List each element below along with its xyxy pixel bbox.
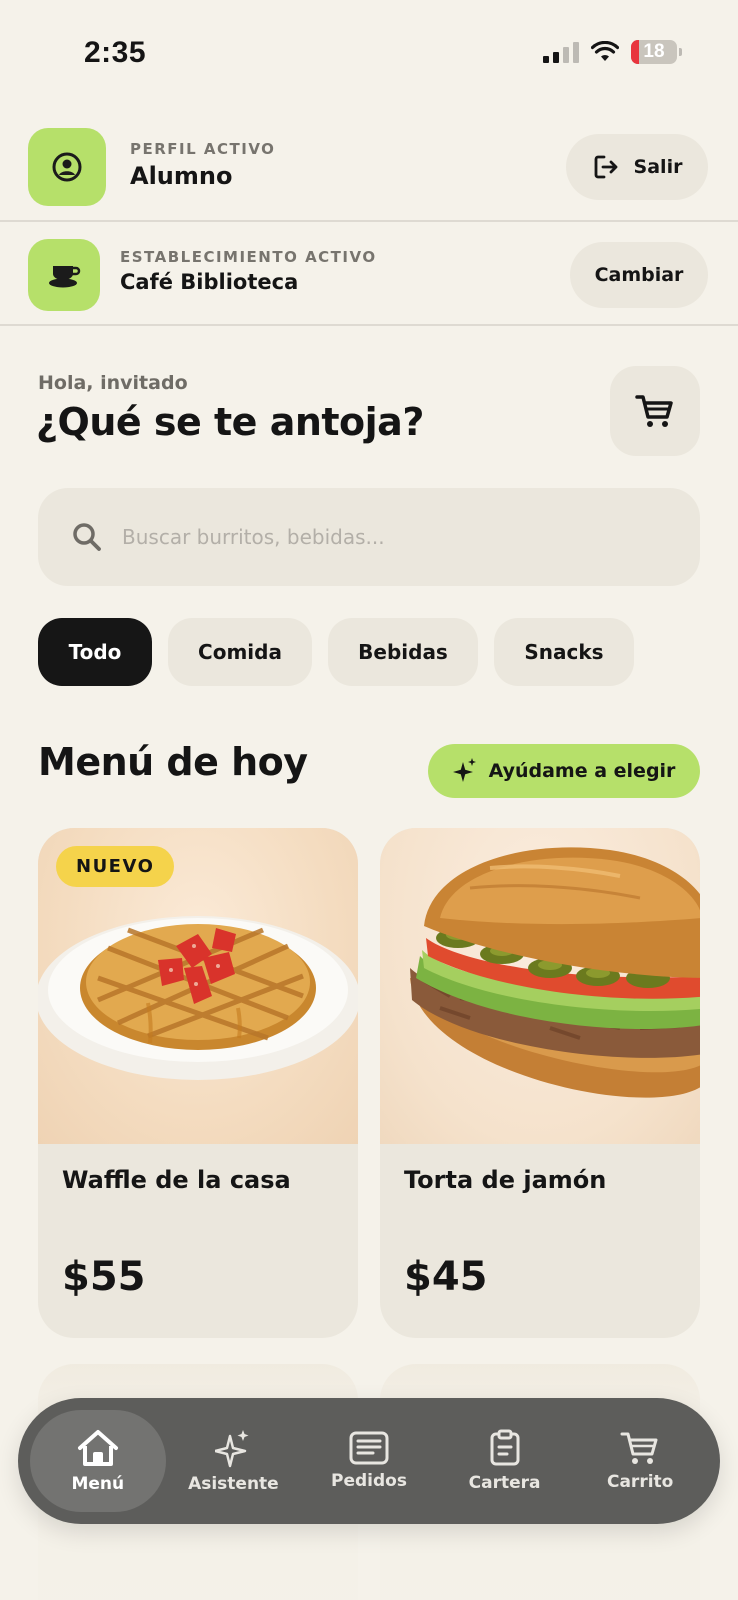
coffee-cup-icon: [49, 266, 81, 288]
category-bebidas[interactable]: Bebidas: [328, 618, 478, 686]
wallet-icon: [490, 1429, 520, 1466]
user-circle-icon: [52, 152, 82, 182]
category-comida[interactable]: Comida: [168, 618, 312, 686]
nav-item-asistente[interactable]: Asistente: [166, 1410, 302, 1512]
establishment-title: Café Biblioteca: [120, 270, 299, 294]
product-price: $55: [62, 1254, 146, 1300]
cart-icon: [635, 395, 673, 427]
bottom-nav: Menú Asistente Pedidos Cartera Carrito: [18, 1398, 720, 1524]
sparkles-icon: [215, 1430, 249, 1468]
nav-item-menu[interactable]: Menú: [30, 1410, 166, 1512]
change-establishment-button[interactable]: Cambiar: [570, 242, 708, 308]
greeting-title: ¿Qué se te antoja?: [36, 400, 424, 444]
status-time: 2:35: [84, 36, 147, 69]
new-badge: NUEVO: [56, 846, 175, 887]
menu-title: Menú de hoy: [38, 740, 308, 784]
establishment-eyebrow: ESTABLECIMIENTO ACTIVO: [120, 248, 377, 266]
product-name: Torta de jamón: [404, 1166, 607, 1194]
header-cart-button[interactable]: [610, 366, 700, 456]
profile-avatar: [28, 128, 106, 206]
profile-title: Alumno: [130, 162, 233, 190]
nav-label-carrito: Carrito: [606, 1472, 674, 1492]
nav-label-asistente: Asistente: [188, 1474, 279, 1494]
search-bar[interactable]: [38, 488, 700, 586]
product-card[interactable]: Torta de jamón $45: [380, 828, 700, 1338]
battery-icon: 18: [631, 40, 677, 64]
logout-icon: [594, 155, 617, 179]
search-icon: [73, 523, 101, 551]
product-name: Waffle de la casa: [62, 1166, 291, 1194]
profile-eyebrow: PERFIL ACTIVO: [130, 140, 276, 158]
status-icons: 18: [543, 40, 682, 64]
help-me-choose-button[interactable]: Ayúdame a elegir: [428, 744, 700, 798]
establishment-avatar: [28, 239, 100, 311]
active-establishment-row: ESTABLECIMIENTO ACTIVO Café Biblioteca C…: [0, 224, 738, 326]
nav-item-carrito[interactable]: Carrito: [572, 1410, 708, 1512]
nav-item-cartera[interactable]: Cartera: [437, 1410, 573, 1512]
category-todo[interactable]: Todo: [38, 618, 152, 686]
nav-label-menu: Menú: [71, 1474, 125, 1494]
nav-label-cartera: Cartera: [468, 1473, 541, 1493]
establishment-text: ESTABLECIMIENTO ACTIVO Café Biblioteca: [120, 248, 377, 294]
cellular-signal-icon: [543, 41, 579, 63]
search-input[interactable]: [122, 525, 662, 549]
nav-item-pedidos[interactable]: Pedidos: [301, 1410, 437, 1512]
app-screen: 2:35 18 PERFIL ACTIVO Alumno Salir ESTAB…: [0, 0, 738, 1600]
product-image-torta: [380, 828, 700, 1144]
product-card[interactable]: NUEVO Waffle de la casa $55: [38, 828, 358, 1338]
orders-icon: [349, 1431, 389, 1465]
sparkles-icon: [452, 758, 476, 782]
category-snacks[interactable]: Snacks: [494, 618, 634, 686]
category-filters: Todo Comida Bebidas Snacks: [38, 618, 634, 686]
active-profile-row: PERFIL ACTIVO Alumno Salir: [0, 126, 738, 222]
greeting-subtitle: Hola, invitado: [38, 372, 188, 394]
profile-text: PERFIL ACTIVO Alumno: [130, 140, 275, 190]
nav-label-pedidos: Pedidos: [331, 1471, 407, 1491]
battery-level: 18: [643, 41, 665, 62]
product-price: $45: [404, 1254, 488, 1300]
home-icon: [77, 1430, 118, 1466]
logout-button[interactable]: Salir: [566, 134, 708, 200]
logout-label: Salir: [633, 156, 683, 178]
help-me-choose-label: Ayúdame a elegir: [488, 760, 676, 782]
cart-icon: [620, 1432, 658, 1464]
wifi-icon: [591, 41, 619, 61]
